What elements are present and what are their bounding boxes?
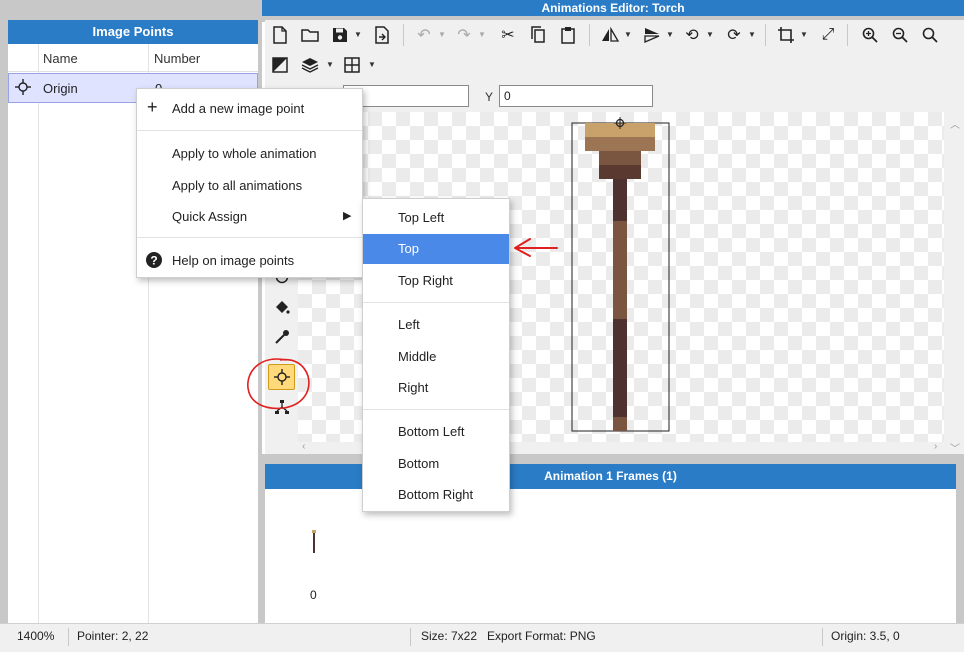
menu-item-bottom[interactable]: Bottom xyxy=(363,449,509,479)
grid-dropdown-icon[interactable]: ▼ xyxy=(367,52,377,78)
menu-item-apply-all-animations[interactable]: Apply to all animations xyxy=(137,171,362,201)
color-mode-icon[interactable] xyxy=(267,52,293,78)
menu-item-help[interactable]: ? Help on image points xyxy=(137,246,362,276)
undo-dropdown-icon[interactable]: ▼ xyxy=(437,22,447,48)
menu-item-quick-assign[interactable]: Quick Assign ▶ xyxy=(137,202,362,232)
image-points-header: Image Points xyxy=(8,20,258,44)
rotate-right-dropdown-icon[interactable]: ▼ xyxy=(747,22,757,48)
scroll-right-icon[interactable]: › xyxy=(934,441,937,452)
svg-text:?: ? xyxy=(150,254,157,268)
save-dropdown-icon[interactable]: ▼ xyxy=(353,22,363,48)
cut-icon[interactable]: ✂ xyxy=(495,22,521,48)
crosshair-icon xyxy=(15,79,31,98)
export-icon[interactable] xyxy=(369,22,395,48)
resize-icon[interactable]: ⤢ xyxy=(815,22,841,48)
layers-dropdown-icon[interactable]: ▼ xyxy=(325,52,335,78)
open-folder-icon[interactable] xyxy=(297,22,323,48)
image-point-name: Origin xyxy=(43,81,78,96)
grid-icon[interactable] xyxy=(339,52,365,78)
menu-item-add-image-point[interactable]: + Add a new image point xyxy=(137,94,362,124)
zoom-in-icon[interactable] xyxy=(857,22,883,48)
flip-vertical-dropdown-icon[interactable]: ▼ xyxy=(665,22,675,48)
menu-item-left[interactable]: Left xyxy=(363,310,509,340)
undo-icon[interactable]: ↶ xyxy=(411,22,437,48)
crop-dropdown-icon[interactable]: ▼ xyxy=(799,22,809,48)
vertical-scrollbar[interactable]: ︿ ﹀ xyxy=(944,112,964,455)
layers-icon[interactable] xyxy=(297,52,323,78)
image-point-context-menu: + Add a new image point Apply to whole a… xyxy=(136,88,363,278)
menu-item-top[interactable]: Top xyxy=(363,234,509,264)
y-coordinate-label: Y xyxy=(485,90,494,104)
quick-assign-submenu: Top Left Top Top Right Left Middle Right… xyxy=(362,198,510,512)
skeleton-tool-icon[interactable] xyxy=(268,394,295,420)
rotate-left-icon[interactable]: ⟲ xyxy=(679,22,705,48)
submenu-arrow-icon: ▶ xyxy=(343,210,352,222)
menu-item-bottom-left[interactable]: Bottom Left xyxy=(363,417,509,447)
toolbar: ▼ ↶ ▼ ↷ ▼ ✂ ▼ ▼ ⟲ ▼ ⟳ ▼ ▼ ⤢ ▼ ▼ xyxy=(265,20,964,80)
rotate-right-icon[interactable]: ⟳ xyxy=(721,22,747,48)
help-icon: ? xyxy=(146,252,162,271)
status-bar: 1400% Pointer: 2, 22 Size: 7x22 Export F… xyxy=(0,623,964,652)
scroll-up-icon[interactable]: ︿ xyxy=(950,116,960,131)
scroll-left-icon[interactable]: ‹ xyxy=(302,441,305,452)
window-title: Animations Editor: Torch xyxy=(262,0,964,16)
y-coordinate-field[interactable]: 0 xyxy=(499,85,653,107)
scroll-down-icon[interactable]: ﹀ xyxy=(950,440,960,455)
copy-icon[interactable] xyxy=(525,22,551,48)
plus-icon: + xyxy=(147,97,158,117)
frame-thumbnail[interactable] xyxy=(313,531,315,553)
rotate-left-dropdown-icon[interactable]: ▼ xyxy=(705,22,715,48)
crop-icon[interactable] xyxy=(773,22,799,48)
column-header-row: Name Number xyxy=(8,44,258,72)
redo-dropdown-icon[interactable]: ▼ xyxy=(477,22,487,48)
image-point-tool-icon[interactable] xyxy=(268,364,295,390)
paste-icon[interactable] xyxy=(555,22,581,48)
pointer-position: Pointer: 2, 22 xyxy=(77,629,149,643)
zoom-out-icon[interactable] xyxy=(887,22,913,48)
column-header-number[interactable]: Number xyxy=(154,51,200,66)
paint-bucket-icon[interactable] xyxy=(268,294,295,320)
menu-item-apply-whole-animation[interactable]: Apply to whole animation xyxy=(137,139,362,169)
column-header-name[interactable]: Name xyxy=(43,51,78,66)
flip-vertical-icon[interactable] xyxy=(639,22,665,48)
coordinate-row: Y 0 xyxy=(265,80,964,112)
image-size: Size: 7x22 xyxy=(421,629,478,643)
menu-item-right[interactable]: Right xyxy=(363,373,509,403)
flip-horizontal-dropdown-icon[interactable]: ▼ xyxy=(623,22,633,48)
new-file-icon[interactable] xyxy=(267,22,293,48)
origin-position: Origin: 3.5, 0 xyxy=(831,629,900,643)
zoom-fit-icon[interactable] xyxy=(917,22,943,48)
menu-item-top-right[interactable]: Top Right xyxy=(363,266,509,296)
save-icon[interactable] xyxy=(327,22,353,48)
menu-item-middle[interactable]: Middle xyxy=(363,342,509,372)
menu-item-bottom-right[interactable]: Bottom Right xyxy=(363,480,509,510)
frame-thumbnail-head xyxy=(312,530,316,533)
redo-icon[interactable]: ↷ xyxy=(451,22,477,48)
frame-number: 0 xyxy=(310,588,317,602)
menu-item-top-left[interactable]: Top Left xyxy=(363,203,509,233)
flip-horizontal-icon[interactable] xyxy=(597,22,623,48)
zoom-level: 1400% xyxy=(17,629,55,643)
eyedropper-icon[interactable] xyxy=(268,324,295,350)
export-format: Export Format: PNG xyxy=(487,629,596,643)
